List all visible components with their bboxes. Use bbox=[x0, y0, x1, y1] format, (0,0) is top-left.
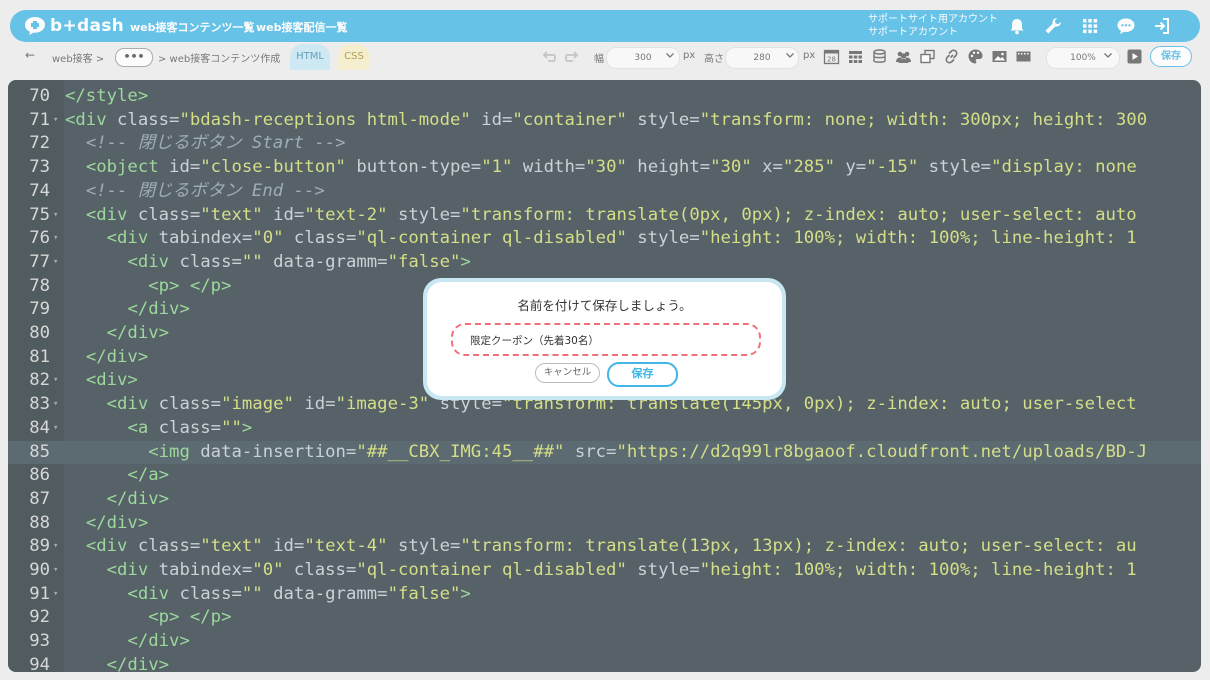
cancel-button[interactable]: キャンセル bbox=[535, 363, 600, 383]
content-name-input[interactable]: 限定クーポン（先着30名） bbox=[451, 323, 761, 356]
save-name-dialog: 名前を付けて保存しましょう。 限定クーポン（先着30名） キャンセル 保存 bbox=[427, 282, 782, 396]
dialog-title: 名前を付けて保存しましょう。 bbox=[517, 298, 692, 313]
dialog-save-button[interactable]: 保存 bbox=[607, 362, 678, 387]
content-name-value: 限定クーポン（先着30名） bbox=[470, 335, 599, 347]
